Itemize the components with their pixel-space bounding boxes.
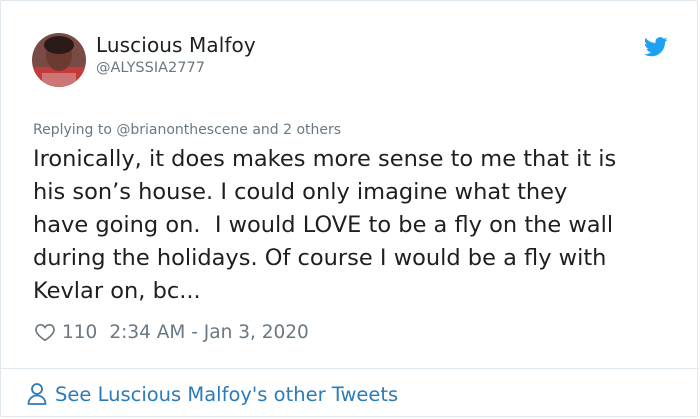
display-name[interactable]: Luscious Malfoy	[96, 33, 256, 57]
twitter-bird-icon[interactable]	[644, 37, 668, 57]
avatar[interactable]	[32, 33, 86, 87]
like-count[interactable]: 110	[62, 322, 97, 343]
person-icon	[27, 383, 47, 405]
tweet-text: Ironically, it does makes more sense to …	[33, 146, 617, 304]
tweet-meta: 110 2:34 AM - Jan 3, 2020	[34, 319, 309, 345]
avatar-image	[32, 33, 86, 87]
user-handle[interactable]: @ALYSSIA2777	[96, 60, 205, 76]
see-other-tweets-link[interactable]: See Luscious Malfoy's other Tweets	[26, 382, 398, 406]
tweet-card: Luscious Malfoy @ALYSSIA2777 Replying to…	[0, 0, 699, 417]
timestamp[interactable]: 2:34 AM - Jan 3, 2020	[109, 322, 309, 343]
reply-context[interactable]: Replying to @brianonthescene and 2 other…	[33, 122, 341, 138]
see-other-tweets-label: See Luscious Malfoy's other Tweets	[55, 382, 399, 406]
heart-icon[interactable]	[34, 321, 56, 343]
divider	[1, 368, 699, 369]
